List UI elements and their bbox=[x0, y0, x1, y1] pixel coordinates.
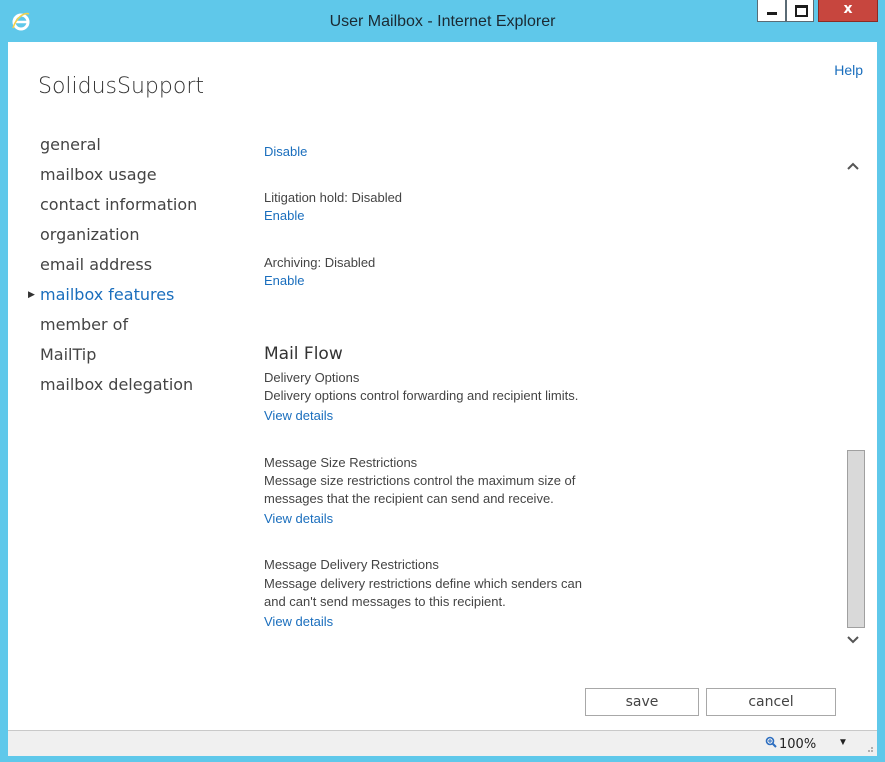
sidebar-nav: general mailbox usage contact informatio… bbox=[26, 130, 197, 400]
disable-link[interactable]: Disable bbox=[264, 144, 307, 159]
sidebar-item-mailbox-features[interactable]: ▶ mailbox features bbox=[26, 280, 197, 310]
cancel-button[interactable]: cancel bbox=[706, 688, 836, 716]
triangle-right-icon: ▶ bbox=[28, 290, 35, 300]
sidebar-item-general[interactable]: general bbox=[26, 130, 197, 160]
scrollbar-thumb[interactable] bbox=[847, 450, 865, 628]
delivery-options-view-details[interactable]: View details bbox=[264, 408, 333, 423]
litigation-hold-status: Litigation hold: Disabled bbox=[264, 190, 403, 205]
mail-flow-title: Mail Flow bbox=[264, 344, 343, 364]
sidebar-item-mailbox-delegation[interactable]: mailbox delegation bbox=[26, 370, 197, 400]
sidebar-item-label: mailbox features bbox=[40, 285, 175, 304]
close-button[interactable]: x bbox=[818, 0, 878, 22]
size-restrictions-view-details[interactable]: View details bbox=[264, 511, 333, 526]
minimize-button[interactable] bbox=[757, 0, 786, 22]
magnifier-icon bbox=[765, 736, 779, 751]
size-restrictions-heading: Message Size Restrictions bbox=[264, 455, 418, 470]
archiving-status: Archiving: Disabled bbox=[264, 255, 376, 270]
dialog-content: SolidusSupport Help general mailbox usag… bbox=[8, 42, 877, 730]
sidebar-item-mailbox-usage[interactable]: mailbox usage bbox=[26, 160, 197, 190]
title-bar[interactable]: User Mailbox - Internet Explorer x bbox=[0, 0, 885, 42]
size-restrictions-desc-line2: messages that the recipient can send and… bbox=[264, 491, 554, 506]
window-title: User Mailbox - Internet Explorer bbox=[329, 13, 556, 30]
maximize-icon bbox=[795, 5, 808, 17]
help-link[interactable]: Help bbox=[834, 62, 863, 78]
save-button[interactable]: save bbox=[585, 688, 699, 716]
close-icon: x bbox=[843, 1, 853, 17]
caret-down-icon[interactable]: ▼ bbox=[838, 737, 848, 748]
litigation-enable-link[interactable]: Enable bbox=[264, 208, 304, 223]
chevron-up-icon[interactable] bbox=[843, 158, 863, 174]
sidebar-item-organization[interactable]: organization bbox=[26, 220, 197, 250]
sidebar-item-email-address[interactable]: email address bbox=[26, 250, 197, 280]
zoom-control[interactable]: 100% bbox=[765, 736, 816, 752]
features-panel: Disable Litigation hold: Disabled Enable… bbox=[264, 42, 834, 672]
delivery-restrictions-heading: Message Delivery Restrictions bbox=[264, 557, 439, 572]
minimize-icon bbox=[767, 12, 777, 15]
delivery-restrictions-desc-line1: Message delivery restrictions define whi… bbox=[264, 576, 582, 591]
size-restrictions-desc-line1: Message size restrictions control the ma… bbox=[264, 473, 576, 488]
status-bar: 100% ▼ bbox=[8, 730, 877, 756]
maximize-button[interactable] bbox=[786, 0, 814, 22]
delivery-options-desc: Delivery options control forwarding and … bbox=[264, 388, 579, 403]
mailbox-name: SolidusSupport bbox=[38, 74, 204, 99]
sidebar-item-contact-information[interactable]: contact information bbox=[26, 190, 197, 220]
sidebar-item-member-of[interactable]: member of bbox=[26, 310, 197, 340]
delivery-options-heading: Delivery Options bbox=[264, 370, 360, 385]
archiving-enable-link[interactable]: Enable bbox=[264, 273, 304, 288]
resize-grip-icon[interactable] bbox=[864, 743, 874, 753]
chevron-down-icon[interactable] bbox=[843, 632, 863, 648]
browser-window: User Mailbox - Internet Explorer x Solid… bbox=[0, 0, 885, 762]
delivery-restrictions-view-details[interactable]: View details bbox=[264, 614, 333, 629]
delivery-restrictions-desc-line2: and can't send messages to this recipien… bbox=[264, 594, 506, 609]
zoom-level: 100% bbox=[779, 737, 817, 752]
sidebar-item-mailtip[interactable]: MailTip bbox=[26, 340, 197, 370]
